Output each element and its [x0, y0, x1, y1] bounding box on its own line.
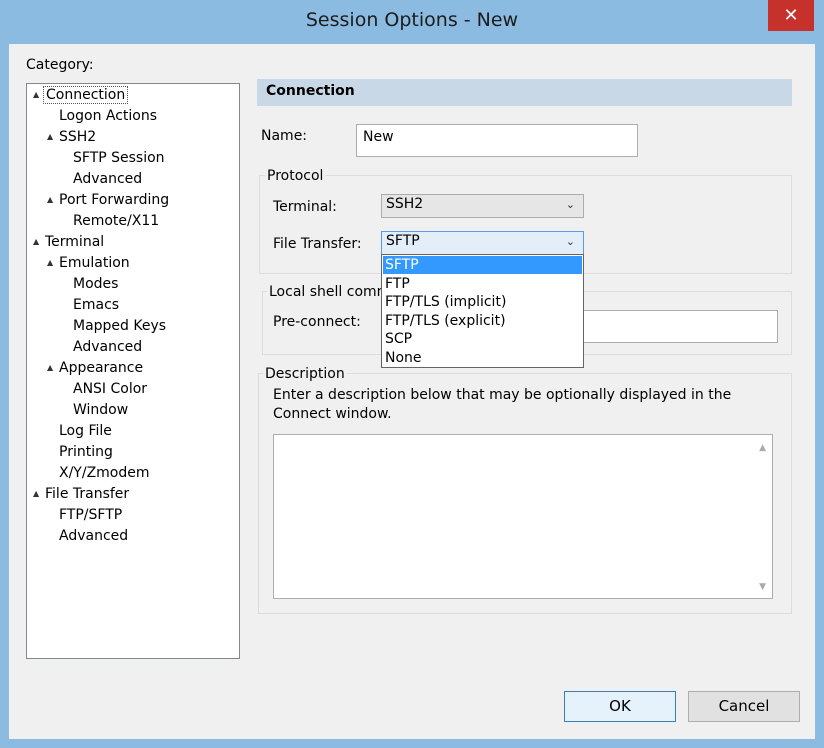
tree-expander-icon[interactable]: ▲ — [33, 484, 43, 504]
tree-item[interactable]: Emacs — [61, 295, 121, 315]
title-bar[interactable]: Session Options - New ✕ — [0, 0, 824, 44]
description-hint: Enter a description below that may be op… — [273, 387, 732, 422]
tree-item[interactable]: ANSI Color — [61, 379, 149, 399]
tree-item-label: ANSI Color — [73, 381, 148, 397]
cancel-button[interactable]: Cancel — [688, 691, 800, 722]
tree-item[interactable]: X/Y/Zmodem — [47, 463, 152, 483]
tree-item[interactable]: Advanced — [61, 337, 144, 357]
tree-item-label: FTP/SFTP — [59, 507, 123, 523]
tree-item-label: Port Forwarding — [59, 192, 170, 208]
category-tree[interactable]: ▲ Connection Logon Actions ▲ SSH2 SFTP Sessio… — [26, 83, 240, 659]
tree-item[interactable]: Window — [61, 400, 130, 420]
file-transfer-dropdown-list[interactable]: SFTP FTP FTP/TLS (implicit) FTP/TLS (explic… — [381, 254, 584, 368]
tree-expander-icon[interactable]: ▲ — [47, 358, 57, 378]
tree-item[interactable]: Logon Actions — [47, 106, 159, 126]
tree-item-label: Modes — [73, 276, 119, 292]
terminal-combo[interactable]: SSH2 ⌄ — [381, 194, 584, 218]
tree-item-label: Advanced — [73, 339, 143, 355]
ok-button[interactable]: OK — [564, 691, 676, 722]
local-shell-group-label: Local shell comm — [267, 284, 393, 300]
scroll-down-icon[interactable]: ▼ — [759, 582, 766, 592]
dropdown-option[interactable]: FTP — [383, 275, 582, 293]
chevron-down-icon: ⌄ — [565, 235, 575, 248]
name-field[interactable]: New — [356, 124, 638, 157]
tree-item[interactable]: Remote/X11 — [61, 211, 161, 231]
tree-item[interactable]: FTP/SFTP — [47, 505, 124, 525]
tree-item-label: Appearance — [59, 360, 144, 376]
dropdown-option[interactable]: FTP/TLS (implicit) — [383, 293, 582, 311]
tree-item[interactable]: Mapped Keys — [61, 316, 168, 336]
protocol-group-label: Protocol — [265, 168, 326, 184]
tree-item-label: File Transfer — [45, 486, 130, 502]
dropdown-option[interactable]: FTP/TLS (explicit) — [383, 312, 582, 330]
tree-item-label: Mapped Keys — [73, 318, 167, 334]
tree-item[interactable]: ▲ Emulation — [47, 253, 132, 273]
tree-item-label: Log File — [59, 423, 112, 439]
close-button[interactable]: ✕ — [768, 0, 814, 31]
tree-item-label: Advanced — [59, 528, 129, 544]
tree-item[interactable]: ▲ Port Forwarding — [47, 190, 171, 210]
session-options-window: Session Options - New ✕ Category: ▲ Conne… — [0, 0, 824, 748]
tree-item[interactable]: ▲ SSH2 — [47, 127, 98, 147]
file-transfer-label: File Transfer: — [273, 236, 362, 252]
tree-expander-icon[interactable]: ▲ — [47, 127, 57, 147]
tree-item[interactable]: Advanced — [47, 526, 130, 546]
name-label: Name: — [261, 128, 308, 144]
tree-item-label: SSH2 — [59, 129, 97, 145]
tree-item[interactable]: Printing — [47, 442, 115, 462]
tree-item[interactable]: ▲ File Transfer — [33, 484, 131, 504]
tree-item[interactable]: ▲ Terminal — [33, 232, 106, 252]
tree-item-label: Connection — [43, 86, 129, 104]
tree-item[interactable]: Modes — [61, 274, 120, 294]
terminal-value: SSH2 — [386, 196, 424, 212]
file-transfer-value: SFTP — [386, 233, 420, 249]
dialog-client: Category: ▲ Connection Logon Actions ▲ SSH2 S… — [9, 44, 815, 739]
tree-item-label: Printing — [59, 444, 113, 460]
description-textarea[interactable]: ▲ ▼ — [273, 434, 773, 599]
chevron-down-icon: ⌄ — [565, 198, 575, 211]
scroll-up-icon[interactable]: ▲ — [759, 443, 766, 453]
tree-item[interactable]: ▲ Appearance — [47, 358, 145, 378]
tree-item-label: SFTP Session — [73, 150, 165, 166]
tree-expander-icon[interactable]: ▲ — [47, 190, 57, 210]
dropdown-option[interactable]: SFTP — [383, 256, 582, 274]
preconnect-label: Pre-connect: — [273, 314, 361, 330]
tree-item-label: Logon Actions — [59, 108, 158, 124]
tree-item[interactable]: Advanced — [61, 169, 144, 189]
tree-item-label: Emacs — [73, 297, 120, 313]
dropdown-option[interactable]: SCP — [383, 330, 582, 348]
tree-item-label: Advanced — [73, 171, 143, 187]
panel-header: Connection — [257, 79, 792, 106]
tree-item-label: Terminal — [45, 234, 105, 250]
close-icon: ✕ — [783, 5, 799, 26]
category-label: Category: — [26, 57, 94, 73]
tree-item[interactable]: SFTP Session — [61, 148, 167, 168]
tree-item-label: Remote/X11 — [73, 213, 160, 229]
tree-expander-icon[interactable]: ▲ — [33, 232, 43, 252]
tree-item-label: X/Y/Zmodem — [59, 465, 150, 481]
terminal-label: Terminal: — [273, 199, 337, 215]
tree-expander-icon[interactable]: ▲ — [47, 253, 57, 273]
tree-item[interactable]: Log File — [47, 421, 114, 441]
tree-item-label: Window — [73, 402, 129, 418]
tree-expander-icon[interactable]: ▲ — [33, 85, 43, 105]
window-title: Session Options - New — [305, 9, 519, 31]
description-group-label: Description — [263, 366, 347, 382]
panel-header-title: Connection — [266, 83, 355, 99]
tree-item[interactable]: ▲ Connection — [33, 85, 129, 105]
file-transfer-combo[interactable]: SFTP ⌄ — [381, 231, 584, 255]
dropdown-option[interactable]: None — [383, 349, 582, 367]
tree-item-label: Emulation — [59, 255, 130, 271]
